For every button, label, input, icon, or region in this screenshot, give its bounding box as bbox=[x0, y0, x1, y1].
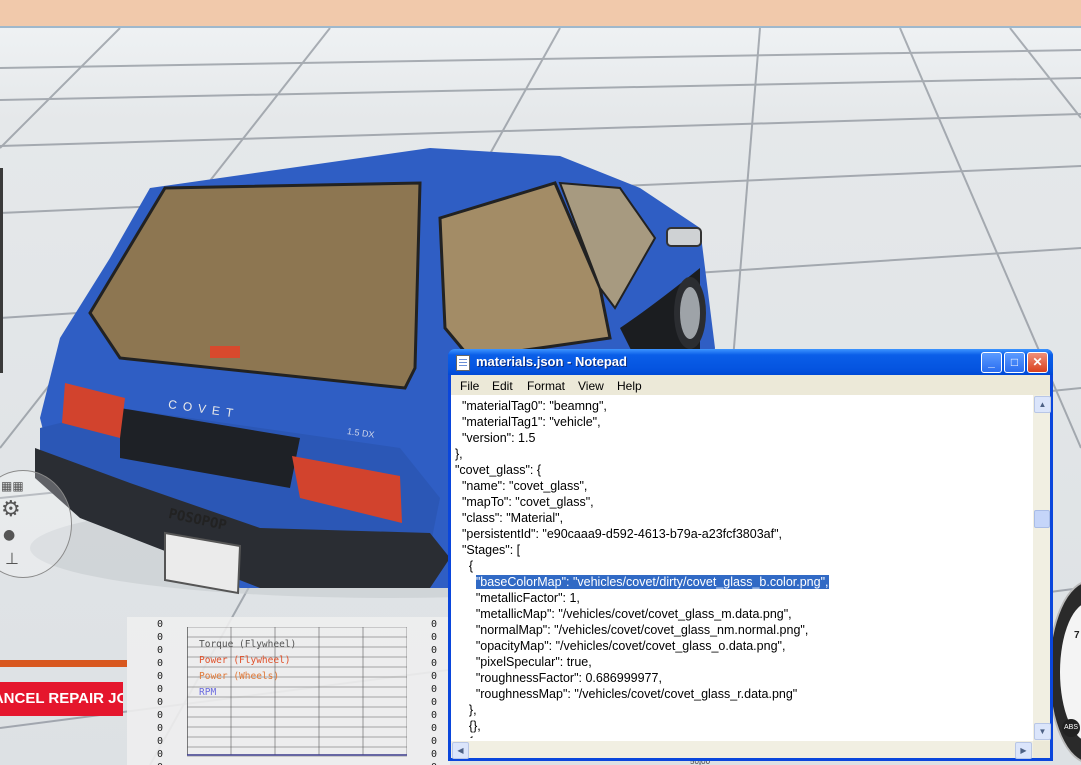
text-line[interactable]: {}, bbox=[455, 718, 1035, 734]
vertical-scrollbar[interactable]: ▲ ▼ bbox=[1033, 395, 1051, 741]
transmission-icon: ▦▦ bbox=[1, 479, 24, 493]
menu-help[interactable]: Help bbox=[617, 379, 642, 393]
graph-left-tick: 0 bbox=[156, 658, 163, 669]
graph-right-tick: 0 bbox=[427, 761, 437, 765]
text-line[interactable]: "version": 1.5 bbox=[455, 430, 1035, 446]
text-line[interactable]: "covet_glass": { bbox=[455, 462, 1035, 478]
graph-right-tick: 0 bbox=[430, 697, 437, 708]
text-line[interactable]: "materialTag0": "beamng", bbox=[455, 398, 1035, 414]
text-line[interactable]: "roughnessFactor": 0.686999977, bbox=[455, 670, 1035, 686]
menu-file[interactable]: File bbox=[460, 379, 479, 393]
text-line[interactable]: }, bbox=[455, 702, 1035, 718]
graph-right-tick: 0 bbox=[430, 619, 437, 630]
graph-right-tick: 0 bbox=[430, 710, 437, 721]
legend-entry: Power (Wheels) bbox=[199, 671, 280, 682]
notepad-window[interactable]: materials.json - Notepad _ □ ✕ File Edit… bbox=[448, 349, 1053, 761]
scrollbar-corner bbox=[1033, 741, 1050, 758]
graph-right-tick: 0 bbox=[430, 736, 437, 747]
menu-format[interactable]: Format bbox=[527, 379, 565, 393]
text-line[interactable]: { bbox=[455, 734, 1035, 738]
engine-icon: ⚙ bbox=[1, 497, 21, 522]
notepad-icon bbox=[456, 355, 470, 371]
minimize-button[interactable]: _ bbox=[981, 352, 1002, 373]
text-line[interactable]: "metallicFactor": 1, bbox=[455, 590, 1035, 606]
text-line[interactable]: "roughnessMap": "/vehicles/covet/covet_g… bbox=[455, 686, 1035, 702]
graph-left-tick: 0 bbox=[153, 761, 163, 765]
legend-entry: Torque (Flywheel) bbox=[199, 639, 297, 650]
horizontal-scrollbar[interactable]: ◀ ▶ bbox=[451, 741, 1033, 759]
graph-left-tick: 0 bbox=[156, 619, 163, 630]
text-line[interactable]: "baseColorMap": "vehicles/covet/dirty/co… bbox=[455, 574, 1035, 590]
text-line[interactable]: "normalMap": "/vehicles/covet/covet_glas… bbox=[455, 622, 1035, 638]
document-text[interactable]: "materialTag0": "beamng", "materialTag1"… bbox=[455, 398, 1035, 738]
vertical-scroll-thumb[interactable] bbox=[1034, 510, 1050, 528]
graph-right-tick: 0 bbox=[430, 671, 437, 682]
sky-band bbox=[0, 0, 1081, 26]
text-line[interactable]: "opacityMap": "/vehicles/covet/covet_gla… bbox=[455, 638, 1035, 654]
abs-indicator: ABS bbox=[1062, 719, 1080, 737]
text-area[interactable]: "materialTag0": "beamng", "materialTag1"… bbox=[451, 395, 1051, 759]
menu-view[interactable]: View bbox=[578, 379, 604, 393]
text-line[interactable]: "persistentId": "e90caaa9-d592-4613-b79a… bbox=[455, 526, 1035, 542]
text-line[interactable]: "name": "covet_glass", bbox=[455, 478, 1035, 494]
graph-left-tick: 0 bbox=[156, 736, 163, 747]
text-line[interactable]: }, bbox=[455, 446, 1035, 462]
maximize-button[interactable]: □ bbox=[1004, 352, 1025, 373]
graph-left-tick: 0 bbox=[156, 684, 163, 695]
graph-left-tick: 0 bbox=[156, 645, 163, 656]
graph-left-tick: 0 bbox=[156, 697, 163, 708]
graph-left-tick: 0 bbox=[156, 749, 163, 760]
scroll-up-button[interactable]: ▲ bbox=[1034, 396, 1051, 413]
scroll-left-button[interactable]: ◀ bbox=[452, 742, 469, 759]
repair-progress-stripe bbox=[0, 660, 127, 667]
text-line[interactable]: "materialTag1": "vehicle", bbox=[455, 414, 1035, 430]
legend-entry: RPM bbox=[199, 687, 217, 698]
graph-right-tick: 0 bbox=[430, 645, 437, 656]
text-line[interactable]: "mapTo": "covet_glass", bbox=[455, 494, 1035, 510]
graph-left-tick: 0 bbox=[156, 632, 163, 643]
gauge-digit: 7 bbox=[1074, 630, 1080, 641]
graph-right-tick: 0 bbox=[430, 658, 437, 669]
oil-icon: ● bbox=[3, 527, 16, 543]
text-line[interactable]: { bbox=[455, 558, 1035, 574]
window-title: materials.json - Notepad bbox=[476, 354, 627, 369]
graph-left-tick: 0 bbox=[156, 671, 163, 682]
menu-bar: File Edit Format View Help bbox=[451, 375, 1050, 395]
text-line[interactable]: "Stages": [ bbox=[455, 542, 1035, 558]
text-line[interactable]: "class": "Material", bbox=[455, 510, 1035, 526]
close-button[interactable]: ✕ bbox=[1027, 352, 1048, 373]
graph-left-axis: 000000000000 bbox=[153, 618, 163, 765]
side-panel-edge bbox=[0, 168, 3, 373]
engine-graph-panel: 000000000000 000000000000 Torque (Flywhe… bbox=[127, 617, 450, 765]
graph-right-axis: 000000000000 bbox=[427, 618, 437, 765]
graph-right-tick: 0 bbox=[430, 749, 437, 760]
suspension-icon: ⊥ bbox=[5, 549, 19, 568]
graph-right-tick: 0 bbox=[430, 684, 437, 695]
scroll-down-button[interactable]: ▼ bbox=[1034, 723, 1051, 740]
text-line[interactable]: "pixelSpecular": true, bbox=[455, 654, 1035, 670]
menu-edit[interactable]: Edit bbox=[492, 379, 513, 393]
text-line[interactable]: "metallicMap": "/vehicles/covet/covet_gl… bbox=[455, 606, 1035, 622]
graph-left-tick: 0 bbox=[156, 710, 163, 721]
selected-text[interactable]: "baseColorMap": "vehicles/covet/dirty/co… bbox=[475, 575, 829, 589]
notepad-titlebar[interactable]: materials.json - Notepad _ □ ✕ bbox=[448, 349, 1053, 375]
graph-left-tick: 0 bbox=[156, 723, 163, 734]
legend-entry: Power (Flywheel) bbox=[199, 655, 291, 666]
cancel-repair-job-button[interactable]: CANCEL REPAIR JOB bbox=[0, 682, 123, 716]
scroll-right-button[interactable]: ▶ bbox=[1015, 742, 1032, 759]
graph-right-tick: 0 bbox=[430, 723, 437, 734]
graph-right-tick: 0 bbox=[430, 632, 437, 643]
